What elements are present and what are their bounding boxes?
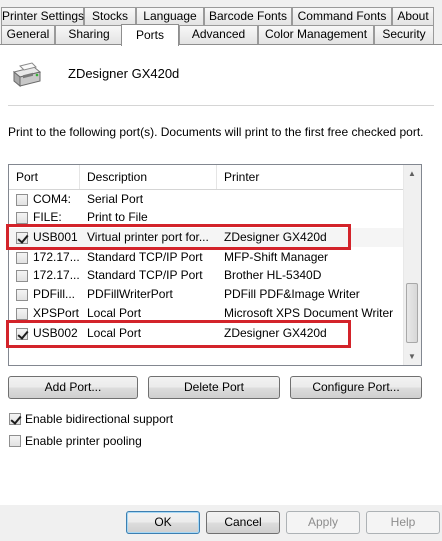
port-printer	[224, 208, 404, 227]
tab-advanced[interactable]: Advanced	[179, 25, 258, 44]
column-port[interactable]: Port	[9, 165, 80, 189]
tab-security[interactable]: Security	[374, 25, 434, 44]
port-name: 172.17....	[33, 250, 79, 264]
scroll-up-arrow-icon[interactable]: ▲	[404, 165, 420, 182]
bidirectional-checkbox[interactable]	[9, 413, 21, 425]
port-checkbox[interactable]	[16, 328, 28, 340]
port-description: Standard TCP/IP Port	[87, 268, 203, 282]
port-checkbox[interactable]	[16, 232, 28, 244]
tab-printer-settings[interactable]: Printer Settings	[1, 7, 84, 25]
port-description: Virtual printer port for...	[87, 230, 209, 244]
ok-button[interactable]: OK	[126, 511, 200, 534]
port-printer: ZDesigner GX420d	[224, 230, 327, 244]
tab-sharing[interactable]: Sharing	[55, 25, 123, 44]
port-instruction: Print to the following port(s). Document…	[8, 125, 424, 139]
tab-language[interactable]: Language	[136, 7, 204, 25]
tab-ports[interactable]: Ports	[121, 24, 179, 46]
tab-stocks[interactable]: Stocks	[84, 7, 136, 25]
tab-command-fonts[interactable]: Command Fonts	[292, 7, 392, 25]
scroll-down-arrow-icon[interactable]: ▼	[404, 348, 420, 365]
pooling-checkbox[interactable]	[9, 435, 21, 447]
port-description: Standard TCP/IP Port	[87, 250, 203, 264]
port-row[interactable]: PDFill... PDFillWriterPort PDFill PDF&Im…	[9, 285, 405, 304]
port-checkbox[interactable]	[16, 289, 28, 301]
port-printer: Brother HL-5340D	[224, 268, 322, 282]
port-description: PDFillWriterPort	[87, 287, 173, 301]
port-row[interactable]: COM4: Serial Port	[9, 190, 405, 209]
tab-color-management[interactable]: Color Management	[258, 25, 374, 44]
cancel-button[interactable]: Cancel	[206, 511, 280, 534]
port-name: 172.17....	[33, 268, 79, 282]
tab-general[interactable]: General	[1, 25, 55, 44]
bidirectional-label: Enable bidirectional support	[25, 412, 174, 426]
port-name: FILE:	[33, 210, 62, 224]
port-description: Local Port	[87, 326, 142, 340]
port-printer: MFP-Shift Manager	[224, 250, 329, 264]
port-printer	[224, 190, 404, 209]
column-printer[interactable]: Printer	[217, 165, 405, 189]
port-name: USB002	[33, 326, 78, 340]
port-name: COM4:	[33, 192, 72, 206]
pooling-label: Enable printer pooling	[25, 434, 142, 448]
apply-button[interactable]: Apply	[286, 511, 360, 534]
port-name: USB001	[33, 230, 78, 244]
port-checkbox[interactable]	[16, 270, 28, 282]
port-description: Print to File	[87, 210, 148, 224]
port-row[interactable]: USB002 Local Port ZDesigner GX420d	[9, 324, 405, 343]
tab-barcode-fonts[interactable]: Barcode Fonts	[204, 7, 292, 25]
scroll-thumb[interactable]	[406, 283, 418, 343]
port-checkbox[interactable]	[16, 194, 28, 206]
ports-list[interactable]: Port Description Printer COM4: Serial Po…	[8, 164, 422, 366]
port-description: Serial Port	[87, 192, 144, 206]
port-row[interactable]: XPSPort: Local Port Microsoft XPS Docume…	[9, 304, 405, 323]
column-description[interactable]: Description	[80, 165, 217, 189]
port-checkbox[interactable]	[16, 212, 28, 224]
port-checkbox[interactable]	[16, 252, 28, 264]
ports-list-header: Port Description Printer	[9, 165, 405, 190]
add-port-button[interactable]: Add Port...	[8, 376, 138, 399]
port-row[interactable]: FILE: Print to File	[9, 208, 405, 227]
port-printer: ZDesigner GX420d	[224, 326, 327, 340]
port-printer: Microsoft XPS Document Writer	[224, 306, 394, 320]
port-name: XPSPort:	[33, 306, 79, 320]
configure-port-button[interactable]: Configure Port...	[290, 376, 422, 399]
tab-about[interactable]: About	[392, 7, 434, 25]
printer-icon	[8, 58, 44, 92]
port-row[interactable]: 172.17.... Standard TCP/IP Port Brother …	[9, 266, 405, 285]
port-row[interactable]: 172.17.... Standard TCP/IP Port MFP-Shif…	[9, 248, 405, 267]
port-row[interactable]: USB001 Virtual printer port for... ZDesi…	[9, 228, 405, 247]
separator	[8, 105, 434, 106]
port-description: Local Port	[87, 306, 142, 320]
printer-name: ZDesigner GX420d	[68, 66, 180, 81]
port-name: PDFill...	[33, 287, 75, 301]
help-button[interactable]: Help	[366, 511, 440, 534]
port-printer: PDFill PDF&Image Writer	[224, 287, 360, 301]
port-checkbox[interactable]	[16, 308, 28, 320]
ports-list-scrollbar[interactable]: ▲ ▼	[403, 165, 421, 365]
delete-port-button[interactable]: Delete Port	[148, 376, 280, 399]
